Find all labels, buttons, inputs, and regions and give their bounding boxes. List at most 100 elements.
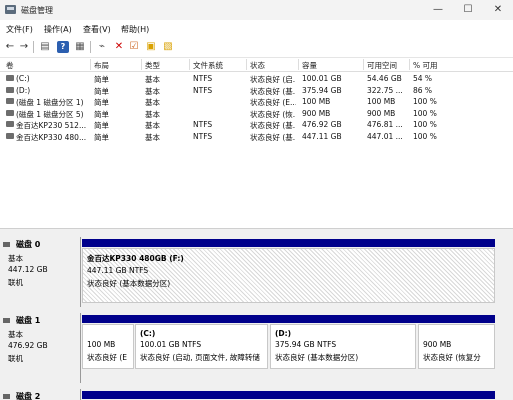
volume-icon <box>6 132 14 139</box>
row-volume-name: (磁盘 1 磁盘分区 1) <box>16 98 84 107</box>
volume-icon <box>6 109 14 116</box>
row-layout: 简单 <box>94 98 109 107</box>
partition-title: (D:) <box>275 329 292 338</box>
disk-graphical-view: 磁盘 0 基本 447.12 GB 联机 金百达KP330 480GB (F:)… <box>0 235 513 400</box>
disk-management-app-icon <box>5 5 16 14</box>
partition-bar <box>82 391 495 399</box>
row-filesystem: NTFS <box>193 74 213 83</box>
disk-size: 476.92 GB <box>8 341 48 350</box>
table-row[interactable]: 金百达KP330 480... 简单 基本 NTFS 状态良好 (基... 447.11 … <box>0 131 513 142</box>
row-free-space: 447.01 ... <box>367 131 403 141</box>
partition-size: 900 MB <box>423 340 452 349</box>
connect-icon[interactable]: ⌁ <box>96 41 108 53</box>
partition-size: 100 MB <box>87 340 116 349</box>
disk-state: 联机 <box>8 354 23 363</box>
delete-icon[interactable]: ✕ <box>113 41 125 53</box>
properties-icon[interactable]: ▦ <box>74 41 86 53</box>
partition-status: 状态良好 (E <box>87 353 128 362</box>
row-status: 状态良好 (基... <box>250 132 296 142</box>
toolbar: ← → ▤ ? ▦ ⌁ ✕ ☑ ▣ ▧ <box>0 37 513 58</box>
partition-bar <box>82 239 495 247</box>
row-free-space: 100 MB <box>367 97 396 106</box>
partition-title: 金百达KP330 480GB (F:) <box>87 254 184 263</box>
row-free-space: 54.46 GB <box>367 74 402 83</box>
disk-icon <box>3 242 10 247</box>
partition-status: 状态良好 (启动, 页面文件, 故障转储 <box>140 353 260 362</box>
list-view-icon[interactable]: ▤ <box>39 41 51 53</box>
col-status[interactable]: 状态 <box>250 60 265 71</box>
disk-name: 磁盘 1 <box>16 316 41 325</box>
col-layout[interactable]: 布局 <box>94 60 109 71</box>
partition-size: 447.11 GB NTFS <box>87 266 149 275</box>
minimize-button[interactable]: — <box>423 0 453 20</box>
row-percent-free: 100 % <box>413 120 437 129</box>
partition-bar <box>82 315 495 323</box>
row-free-space: 322.75 ... <box>367 85 403 95</box>
table-row[interactable]: (磁盘 1 磁盘分区 5) 简单 基本 状态良好 (恢... 900 MB 900 MB 1… <box>0 108 513 119</box>
row-type: 基本 <box>145 121 160 130</box>
col-volume[interactable]: 卷 <box>6 60 14 71</box>
row-status: 状态良好 (基... <box>250 121 296 130</box>
menu-file[interactable]: 文件(F) <box>6 24 33 35</box>
col-free[interactable]: 可用空间 <box>367 60 397 71</box>
toolbar-divider <box>90 41 91 53</box>
disk-1-info[interactable]: 磁盘 1 基本 476.92 GB 联机 <box>3 315 78 385</box>
partition-status: 状态良好 (恢复分 <box>423 353 481 362</box>
menu-bar: 文件(F) 操作(A) 查看(V) 帮助(H) <box>0 20 513 37</box>
volume-icon <box>6 86 14 93</box>
volume-list: 卷 布局 类型 文件系统 状态 容量 可用空间 % 可用 (C:) 简单 基本 NTF… <box>0 58 513 228</box>
row-volume-name: (磁盘 1 磁盘分区 5) <box>16 109 84 119</box>
maximize-button[interactable]: ☐ <box>453 0 483 20</box>
table-row[interactable]: (磁盘 1 磁盘分区 1) 简单 基本 状态良好 (E... 100 MB 100 MB 1… <box>0 96 513 107</box>
menu-action[interactable]: 操作(A) <box>44 24 72 35</box>
back-arrow-icon[interactable]: ← <box>4 41 16 53</box>
disk-state: 联机 <box>8 278 23 287</box>
partition-recovery[interactable]: 900 MB 状态良好 (恢复分 <box>418 324 495 369</box>
row-volume-name: (D:) <box>16 85 31 95</box>
row-type: 基本 <box>145 132 160 142</box>
disk-icon <box>3 394 10 399</box>
row-filesystem: NTFS <box>193 85 213 95</box>
partition-title: (C:) <box>140 329 156 338</box>
partition-size: 100.01 GB NTFS <box>140 340 202 349</box>
table-row[interactable]: (D:) 简单 基本 NTFS 状态良好 (基... 375.94 GB 322.75 ..… <box>0 85 513 96</box>
partition-c[interactable]: (C:) 100.01 GB NTFS 状态良好 (启动, 页面文件, 故障转储 <box>135 324 268 369</box>
row-type: 基本 <box>145 98 160 107</box>
new-icon[interactable]: ▣ <box>145 41 157 53</box>
folder-icon[interactable]: ▧ <box>162 41 174 53</box>
partition-d[interactable]: (D:) 375.94 GB NTFS 状态良好 (基本数据分区) <box>270 324 416 369</box>
col-type[interactable]: 类型 <box>145 60 160 71</box>
col-percent-free[interactable]: % 可用 <box>413 60 438 71</box>
row-capacity: 375.94 GB <box>302 85 342 95</box>
partition-status: 状态良好 (基本数据分区) <box>87 279 171 288</box>
row-capacity: 100.01 GB <box>302 74 342 83</box>
partition-efi[interactable]: 100 MB 状态良好 (E <box>82 324 134 369</box>
row-free-space: 476.81 ... <box>367 120 403 129</box>
checkmark-icon[interactable]: ☑ <box>128 41 140 53</box>
disk-2-info[interactable]: 磁盘 2 <box>3 391 78 400</box>
row-status: 状态良好 (启... <box>250 75 296 84</box>
row-type: 基本 <box>145 86 160 96</box>
col-capacity[interactable]: 容量 <box>302 60 317 71</box>
col-filesystem[interactable]: 文件系统 <box>193 60 223 71</box>
disk-0-info[interactable]: 磁盘 0 基本 447.12 GB 联机 <box>3 239 78 309</box>
menu-help[interactable]: 帮助(H) <box>121 24 149 35</box>
partition-f[interactable]: 金百达KP330 480GB (F:) 447.11 GB NTFS 状态良好 … <box>82 248 495 303</box>
row-status: 状态良好 (E... <box>250 98 296 107</box>
row-type: 基本 <box>145 75 160 84</box>
row-type: 基本 <box>145 109 160 119</box>
partition-status: 状态良好 (基本数据分区) <box>275 353 359 362</box>
menu-view[interactable]: 查看(V) <box>83 24 111 35</box>
disk-type: 基本 <box>8 330 23 339</box>
table-row[interactable]: (C:) 简单 基本 NTFS 状态良好 (启... 100.01 GB 54.46 GB 5… <box>0 73 513 84</box>
forward-arrow-icon[interactable]: → <box>18 41 30 53</box>
disk-name: 磁盘 2 <box>16 392 41 400</box>
row-status: 状态良好 (恢... <box>250 109 296 119</box>
toolbar-divider <box>33 41 34 53</box>
row-free-space: 900 MB <box>367 108 396 118</box>
table-row[interactable]: 金百达KP230 512... 简单 基本 NTFS 状态良好 (基... 476.92 … <box>0 119 513 130</box>
help-icon[interactable]: ? <box>57 41 69 53</box>
row-filesystem: NTFS <box>193 131 213 141</box>
row-percent-free: 86 % <box>413 85 433 95</box>
close-button[interactable]: ✕ <box>483 0 513 20</box>
